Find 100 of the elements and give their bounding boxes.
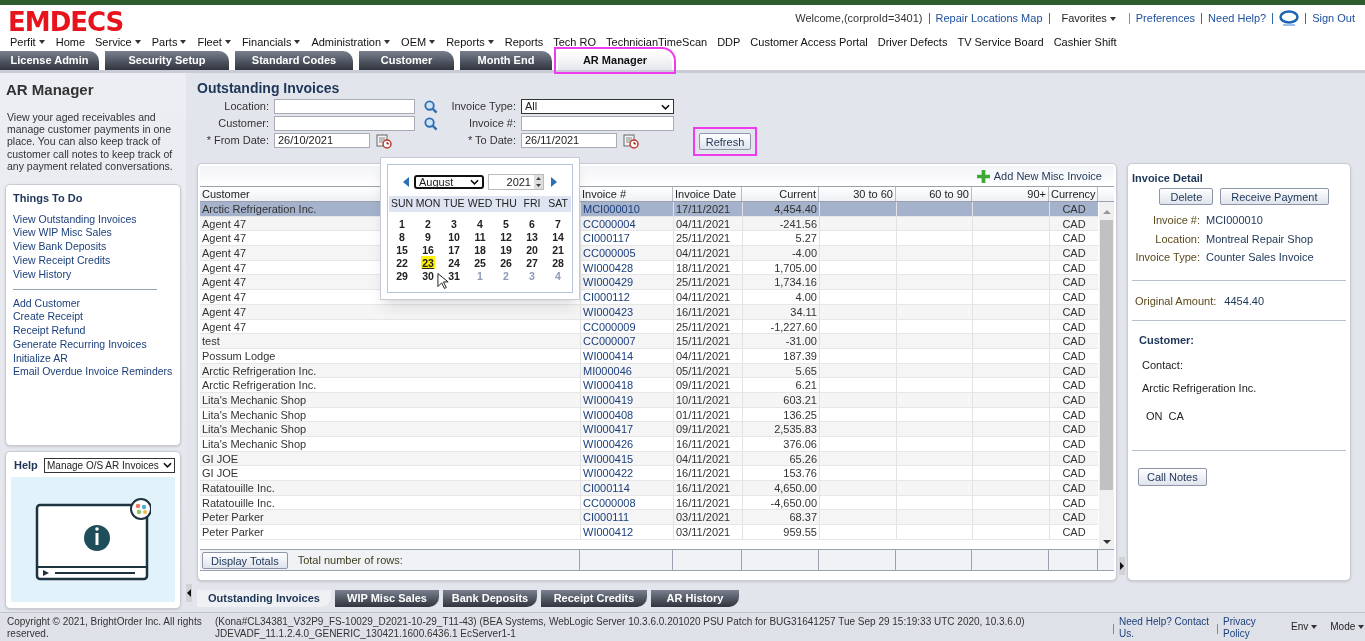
- menu-item[interactable]: Perfit: [10, 33, 46, 51]
- menu-item[interactable]: TV Service Board: [957, 33, 1044, 51]
- input-field[interactable]: 26/11/2021: [521, 133, 617, 148]
- sidebar-link[interactable]: Email Overdue Invoice Reminders: [13, 365, 173, 380]
- table-row[interactable]: test CC000007 15/11/2021 -31.00 CAD: [200, 334, 1098, 349]
- menu-item[interactable]: Parts: [151, 33, 188, 51]
- expand-handle-icon[interactable]: [1119, 557, 1125, 575]
- add-invoice-link[interactable]: Add New Misc Invoice: [976, 167, 1102, 185]
- calendar-day[interactable]: 9: [424, 230, 432, 243]
- column-header[interactable]: Invoice Date: [673, 187, 742, 201]
- display-totals-button[interactable]: Display Totals: [202, 551, 288, 569]
- menu-item[interactable]: Customer Access Portal: [750, 33, 868, 51]
- calendar-day[interactable]: 4: [476, 217, 484, 230]
- sidebar-link[interactable]: Add Customer: [13, 296, 173, 311]
- sidebar-link[interactable]: View History: [13, 267, 173, 282]
- column-header[interactable]: 60 to 90: [896, 187, 972, 201]
- calendar-day[interactable]: 7: [554, 217, 562, 230]
- calendar-day[interactable]: 6: [528, 217, 536, 230]
- menu-item[interactable]: Home: [55, 33, 86, 51]
- refresh-button[interactable]: Refresh: [699, 133, 751, 150]
- calendar-day[interactable]: 12: [499, 230, 513, 243]
- tab[interactable]: WIP Misc Sales: [335, 590, 439, 607]
- menu-item[interactable]: Cashier Shift: [1053, 33, 1117, 51]
- input-field[interactable]: [274, 116, 415, 131]
- table-row[interactable]: Ratatouille Inc. CI000114 16/11/2021 4,650.00 CAD: [200, 481, 1098, 496]
- menu-item[interactable]: Reports: [504, 33, 544, 51]
- action-button[interactable]: Delete: [1159, 188, 1214, 205]
- tab[interactable]: Outstanding Invoices: [197, 590, 331, 607]
- calendar-day[interactable]: 13: [525, 230, 539, 243]
- tab[interactable]: Standard Codes: [235, 51, 353, 70]
- table-row[interactable]: Lita's Mechanic Shop WI000417 09/11/2021 2,535.83 CAD: [200, 422, 1098, 437]
- column-header[interactable]: Currency: [1049, 187, 1098, 201]
- tab[interactable]: AR History: [651, 590, 739, 607]
- menu-item[interactable]: Tech RO: [553, 33, 597, 51]
- calendar-day[interactable]: 1: [398, 217, 406, 230]
- tab[interactable]: Customer: [359, 51, 454, 70]
- calendar-day[interactable]: 11: [473, 230, 487, 243]
- calendar-day[interactable]: 3: [450, 217, 458, 230]
- sidebar-link[interactable]: Generate Recurring Invoices: [13, 337, 173, 352]
- action-button[interactable]: Receive Payment: [1220, 188, 1329, 205]
- sidebar-link[interactable]: Initialize AR: [13, 351, 173, 366]
- calendar-icon[interactable]: [376, 132, 392, 149]
- column-header[interactable]: Current: [742, 187, 819, 201]
- scrollbar[interactable]: [1099, 202, 1114, 549]
- sidebar-link[interactable]: View WIP Misc Sales: [13, 226, 173, 241]
- tab[interactable]: Receipt Credits: [541, 590, 647, 607]
- menu-item[interactable]: Driver Defects: [877, 33, 948, 51]
- footer-link[interactable]: Privacy Policy: [1223, 616, 1273, 640]
- menu-item[interactable]: Reports: [446, 33, 495, 51]
- menu-item[interactable]: Fleet: [197, 33, 232, 51]
- spinner-icon[interactable]: [534, 175, 543, 189]
- footer-link[interactable]: Need Help? Contact Us.: [1119, 616, 1211, 640]
- footer-menu[interactable]: Env: [1291, 621, 1319, 633]
- sidebar-link[interactable]: Receipt Refund: [13, 324, 173, 338]
- video-help-drawing[interactable]: [35, 496, 151, 583]
- table-row[interactable]: Arctic Refrigeration Inc. WI000418 09/11/2021 6.21 CAD: [200, 378, 1098, 393]
- input-field[interactable]: [521, 116, 674, 131]
- calendar-day[interactable]: 14: [551, 230, 565, 243]
- input-field[interactable]: 26/10/2021: [274, 133, 370, 148]
- sidebar-link[interactable]: View Receipt Credits: [13, 253, 173, 268]
- month-select[interactable]: August: [414, 175, 484, 189]
- header-link[interactable]: Sign Out: [1312, 10, 1355, 27]
- menu-item[interactable]: Financials: [241, 33, 302, 51]
- sidebar-link[interactable]: Create Receipt: [13, 310, 173, 325]
- header-link[interactable]: Preferences: [1135, 10, 1196, 27]
- tab[interactable]: Month End: [460, 51, 552, 70]
- menu-item[interactable]: DDP: [717, 33, 741, 51]
- menu-item[interactable]: Administration: [311, 33, 392, 51]
- header-link[interactable]: Repair Locations Map: [935, 10, 1043, 27]
- calendar-icon[interactable]: [623, 132, 639, 149]
- calendar-day[interactable]: 10: [447, 230, 461, 243]
- menu-item[interactable]: TechnicianTimeScan: [606, 33, 708, 51]
- tab[interactable]: Security Setup: [105, 51, 229, 70]
- favorites-menu[interactable]: Favorites: [1055, 10, 1123, 27]
- next-icon[interactable]: [550, 176, 558, 188]
- table-row[interactable]: Peter Parker CI000111 03/11/2021 68.37 CAD: [200, 510, 1098, 526]
- menu-item[interactable]: OEM: [401, 33, 437, 51]
- collapse-handle-icon[interactable]: [186, 584, 192, 602]
- table-row[interactable]: GI JOE WI000422 16/11/2021 153.76 CAD: [200, 466, 1098, 482]
- table-row[interactable]: Lita's Mechanic Shop WI000426 16/11/2021 376.06 CAD: [200, 437, 1098, 452]
- column-header[interactable]: 90+: [972, 187, 1049, 201]
- sidebar-link[interactable]: View Outstanding Invoices: [13, 212, 173, 227]
- input-field[interactable]: [274, 99, 415, 114]
- calendar-day[interactable]: 8: [398, 230, 406, 243]
- call-notes-button[interactable]: Call Notes: [1138, 468, 1207, 486]
- calendar-day[interactable]: 23: [421, 256, 435, 269]
- scrollbar-thumb[interactable]: [1100, 220, 1113, 490]
- sidebar-link[interactable]: View Bank Deposits: [13, 240, 173, 254]
- header-link[interactable]: Need Help?: [1208, 10, 1267, 27]
- search-icon[interactable]: [423, 116, 438, 131]
- footer-menu[interactable]: Mode: [1330, 621, 1365, 633]
- table-row[interactable]: Peter Parker WI000412 03/11/2021 959.55 CAD: [200, 525, 1098, 540]
- calendar-day[interactable]: 5: [502, 217, 510, 230]
- column-header[interactable]: 30 to 60: [819, 187, 896, 201]
- menu-item[interactable]: Service: [95, 33, 142, 51]
- chat-help-icon[interactable]: [1279, 10, 1300, 27]
- search-icon[interactable]: [423, 99, 438, 114]
- tab[interactable]: License Admin: [0, 51, 99, 70]
- year-field[interactable]: 2021: [488, 174, 544, 190]
- calendar-day[interactable]: 2: [424, 217, 432, 230]
